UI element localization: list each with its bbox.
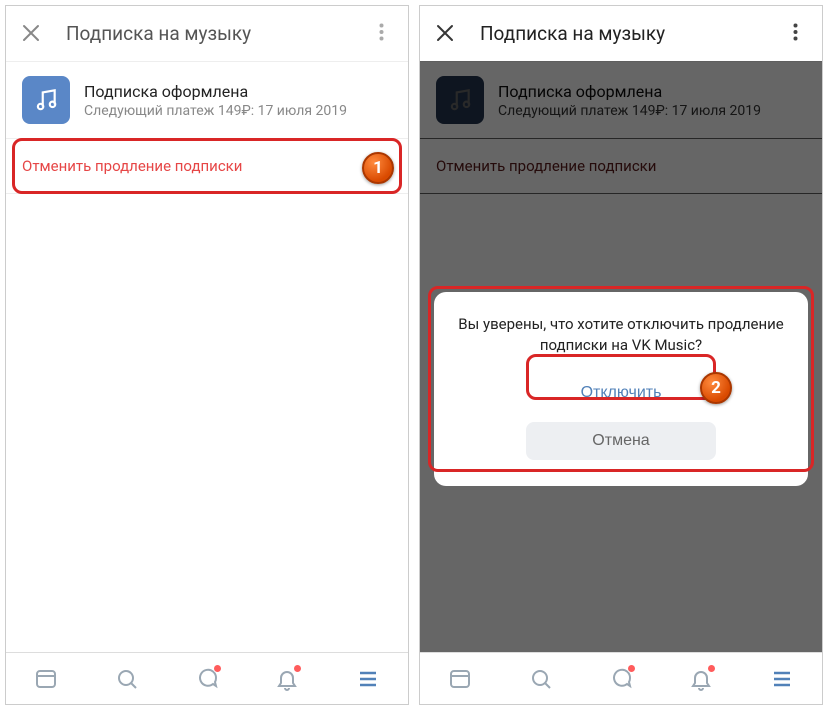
more-icon[interactable] (371, 15, 392, 53)
page-title: Подписка на музыку (66, 22, 371, 45)
card-subtitle: Следующий платеж 149₽: 17 июля 2019 (84, 103, 392, 119)
dialog-confirm-button[interactable]: Отключить (526, 374, 716, 412)
music-icon (22, 76, 70, 124)
screen-left: Подписка на музыку Подписка оформлена Сл… (5, 5, 409, 705)
close-icon[interactable] (436, 24, 456, 44)
nav-search-icon[interactable] (528, 666, 554, 692)
bottom-nav (6, 652, 408, 704)
nav-notifications-icon[interactable] (274, 666, 300, 692)
content: Подписка оформлена Следующий платеж 149₽… (6, 62, 408, 652)
badge-dot (293, 664, 302, 673)
badge-dot (213, 664, 222, 673)
header: Подписка на музыку (420, 6, 822, 62)
card-text: Подписка оформлена Следующий платеж 149₽… (84, 82, 392, 119)
close-icon[interactable] (22, 24, 42, 44)
nav-news-icon[interactable] (447, 666, 473, 692)
dialog-cancel-button[interactable]: Отмена (526, 422, 716, 460)
subscription-card: Подписка оформлена Следующий платеж 149₽… (6, 62, 408, 139)
bottom-nav (420, 652, 822, 704)
screen-right: Подписка на музыку Подписка оформлена Сл… (419, 5, 823, 705)
nav-messages-icon[interactable] (608, 666, 634, 692)
nav-notifications-icon[interactable] (688, 666, 714, 692)
confirm-dialog: Вы уверены, что хотите отключить продлен… (434, 292, 808, 486)
card-title: Подписка оформлена (84, 82, 392, 101)
cancel-subscription-button[interactable]: Отменить продление подписки (6, 139, 408, 194)
dialog-message: Вы уверены, что хотите отключить продлен… (454, 314, 788, 356)
nav-search-icon[interactable] (114, 666, 140, 692)
more-icon[interactable] (785, 15, 806, 53)
badge-dot (627, 664, 636, 673)
nav-menu-icon[interactable] (769, 666, 795, 692)
content: Подписка оформлена Следующий платеж 149₽… (420, 62, 822, 652)
page-title: Подписка на музыку (480, 22, 785, 45)
nav-menu-icon[interactable] (355, 666, 381, 692)
header: Подписка на музыку (6, 6, 408, 62)
badge-dot (707, 664, 716, 673)
nav-messages-icon[interactable] (194, 666, 220, 692)
nav-news-icon[interactable] (33, 666, 59, 692)
